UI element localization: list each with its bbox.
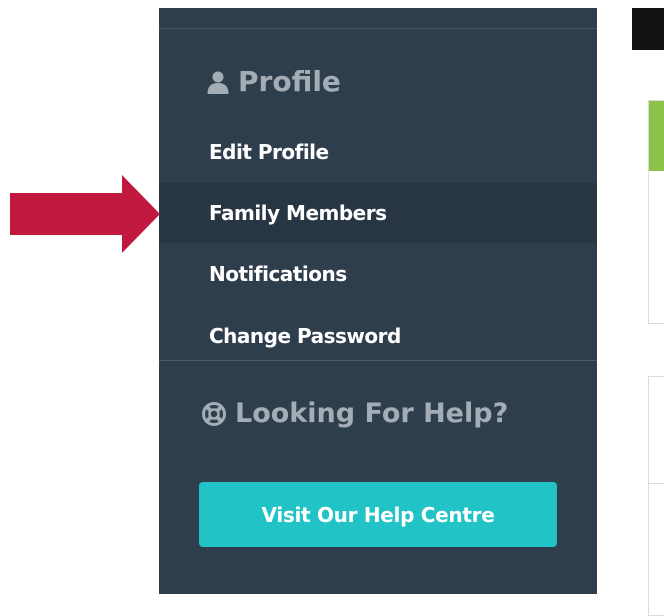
content-card [648, 376, 664, 616]
help-section-title: Looking For Help? [201, 398, 508, 429]
sidebar-item-label: Notifications [209, 262, 347, 286]
sidebar-divider [159, 360, 597, 361]
sidebar-item-label: Change Password [209, 324, 401, 348]
sidebar-item-family-members[interactable]: Family Members [159, 183, 597, 243]
profile-section-title: Profile [206, 65, 341, 98]
sidebar-divider [159, 28, 597, 29]
sidebar-item-notifications[interactable]: Notifications [159, 244, 597, 304]
sidebar-item-change-password[interactable]: Change Password [159, 306, 597, 366]
main-header-bar [632, 8, 664, 50]
user-icon [206, 70, 230, 94]
life-ring-icon [201, 401, 227, 427]
sidebar-item-label: Edit Profile [209, 140, 329, 164]
help-section-label: Looking For Help? [235, 398, 509, 429]
sidebar-item-edit-profile[interactable]: Edit Profile [159, 122, 597, 182]
content-card [648, 100, 664, 324]
profile-sidebar: Profile Edit Profile Family Members Noti… [159, 8, 597, 594]
content-card-divider [649, 483, 664, 484]
sidebar-item-label: Family Members [209, 201, 387, 225]
profile-section-label: Profile [238, 65, 341, 98]
visit-help-centre-button[interactable]: Visit Our Help Centre [199, 482, 557, 547]
arrow-right-icon [10, 175, 160, 257]
content-card-header [649, 101, 664, 171]
